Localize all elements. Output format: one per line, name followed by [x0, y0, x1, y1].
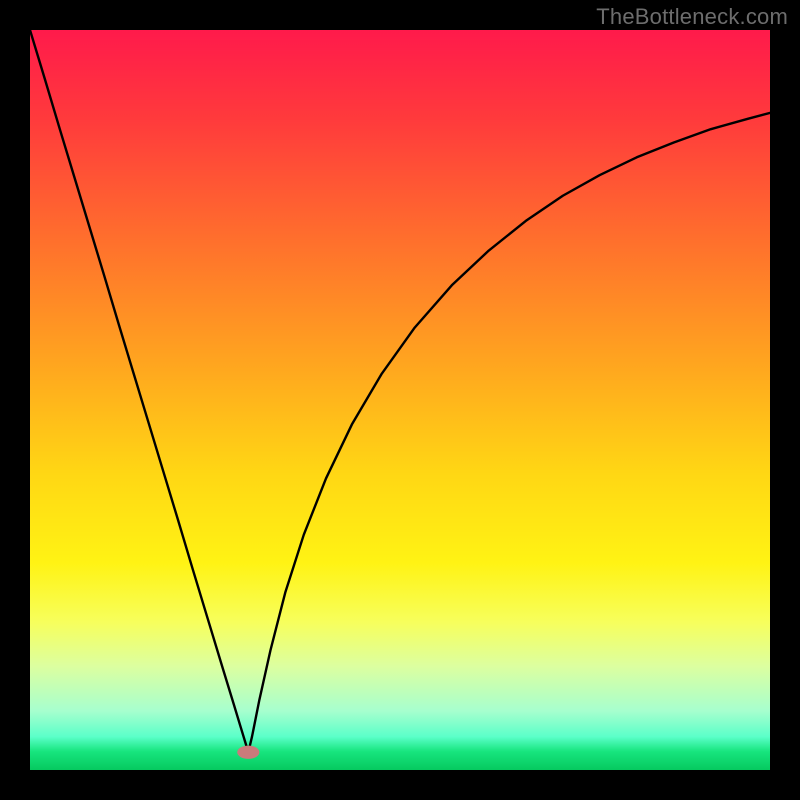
watermark-text: TheBottleneck.com — [596, 4, 788, 30]
bottleneck-curve-chart — [30, 30, 770, 770]
chart-frame: TheBottleneck.com — [0, 0, 800, 800]
minimum-marker — [237, 746, 259, 759]
plot-area — [30, 30, 770, 770]
